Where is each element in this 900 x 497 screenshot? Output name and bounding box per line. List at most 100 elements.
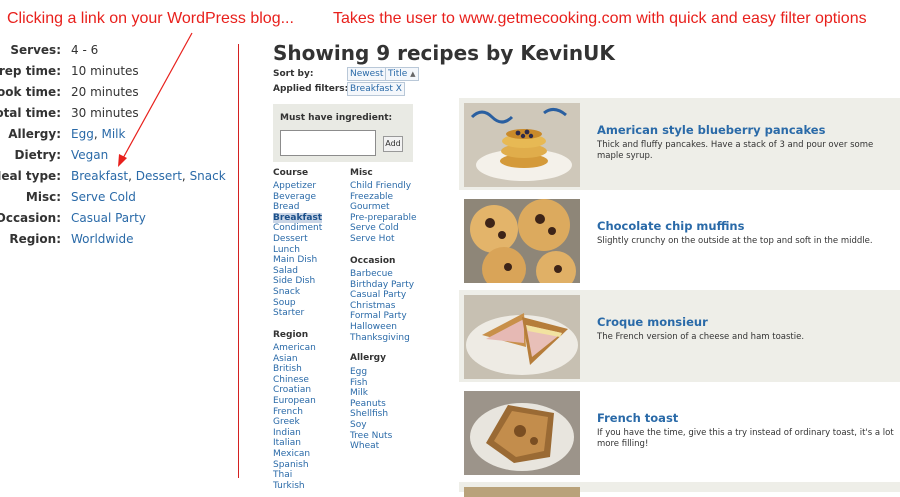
recipe-title-link[interactable]: Croque monsieur xyxy=(597,315,708,329)
region-filter-link[interactable]: Turkish xyxy=(273,481,316,492)
course-filter-link[interactable]: Salad xyxy=(273,266,322,277)
allergy-filter-link[interactable]: Tree Nuts xyxy=(350,431,392,442)
course-filter-link[interactable]: Side Dish xyxy=(273,276,322,287)
recipe-description: If you have the time, give this a try in… xyxy=(597,428,894,449)
meta-label: Meal type: xyxy=(0,169,61,183)
meta-row: Allergy: Egg, Milk xyxy=(0,124,230,145)
misc-filter-link[interactable]: Freezable xyxy=(350,192,417,203)
meta-link[interactable]: Snack xyxy=(190,169,226,183)
misc-filter-link[interactable]: Serve Hot xyxy=(350,234,417,245)
region-filter-link[interactable]: Mexican xyxy=(273,449,316,460)
meta-label: Cook time: xyxy=(0,85,61,99)
meta-link[interactable]: Vegan xyxy=(71,148,108,162)
occasion-filter-link[interactable]: Halloween xyxy=(350,322,414,333)
allergy-filter-link[interactable]: Egg xyxy=(350,367,392,378)
recipe-thumbnail[interactable] xyxy=(464,487,580,497)
allergy-filter-link[interactable]: Peanuts xyxy=(350,399,392,410)
course-filter-link[interactable]: Lunch xyxy=(273,245,322,256)
region-filter-link[interactable]: American xyxy=(273,343,316,354)
meta-link[interactable]: Dessert xyxy=(136,169,182,183)
meta-link[interactable]: Worldwide xyxy=(71,232,134,246)
meta-link[interactable]: Serve Cold xyxy=(71,190,136,204)
allergy-filter-link[interactable]: Shellfish xyxy=(350,409,392,420)
recipe-description: Slightly crunchy on the outside at the t… xyxy=(597,236,873,246)
meta-value: Egg, Milk xyxy=(71,127,126,141)
region-filter-link[interactable]: Greek xyxy=(273,417,316,428)
meta-label: Region: xyxy=(9,232,61,246)
meta-row: Region: Worldwide xyxy=(0,229,230,250)
misc-filter-link[interactable]: Serve Cold xyxy=(350,223,417,234)
course-filter-link[interactable]: Snack xyxy=(273,287,322,298)
occasion-filter-link[interactable]: Birthday Party xyxy=(350,280,414,291)
allergy-filter-link[interactable]: Wheat xyxy=(350,441,392,452)
occasion-filter-link[interactable]: Christmas xyxy=(350,301,414,312)
allergy-list: Egg Fish Milk Peanuts Shellfish Soy Tree Nuts W… xyxy=(350,367,392,452)
sort-newest-button[interactable]: Newest xyxy=(347,67,387,81)
region-filter-link[interactable]: Indian xyxy=(273,428,316,439)
course-filter-link[interactable]: Dessert xyxy=(273,234,322,245)
course-filter-link[interactable]: Starter xyxy=(273,308,322,319)
allergy-heading: Allergy xyxy=(350,353,386,363)
recipe-thumbnail[interactable] xyxy=(464,391,580,475)
meta-label: Serves: xyxy=(10,43,61,57)
meta-link[interactable]: Casual Party xyxy=(71,211,146,225)
allergy-filter-link[interactable]: Fish xyxy=(350,378,392,389)
meta-value: 20 minutes xyxy=(71,85,139,99)
sort-title-button[interactable]: Title ▲ xyxy=(385,67,419,81)
recipe-title-link[interactable]: Chocolate chip muffins xyxy=(597,219,744,233)
course-filter-link[interactable]: Appetizer xyxy=(273,181,322,192)
region-filter-link[interactable]: British xyxy=(273,364,316,375)
recipe-description: Thick and fluffy pancakes. Have a stack … xyxy=(597,140,874,161)
annotation-right: Takes the user to www.getmecooking.com w… xyxy=(333,10,867,27)
occasion-filter-link[interactable]: Barbecue xyxy=(350,269,414,280)
region-filter-link[interactable]: European xyxy=(273,396,316,407)
occasion-filter-link[interactable]: Thanksgiving xyxy=(350,333,414,344)
recipe-card-partial xyxy=(459,482,900,497)
sort-asc-icon: ▲ xyxy=(410,70,416,78)
course-filter-link[interactable]: Soup xyxy=(273,298,322,309)
course-filter-link[interactable]: Main Dish xyxy=(273,255,322,266)
meta-row: Cook time: 20 minutes xyxy=(0,82,230,103)
region-filter-link[interactable]: Thai xyxy=(273,470,316,481)
meta-value: 30 minutes xyxy=(71,106,139,120)
meta-link[interactable]: Egg xyxy=(71,127,94,141)
recipe-thumbnail[interactable] xyxy=(464,199,580,283)
meta-link[interactable]: Milk xyxy=(101,127,125,141)
meta-value: Serve Cold xyxy=(71,187,136,208)
occasion-filter-link[interactable]: Casual Party xyxy=(350,290,414,301)
recipe-thumbnail[interactable] xyxy=(464,103,580,187)
applied-filter-chip[interactable]: Breakfast X xyxy=(347,82,405,96)
misc-filter-link[interactable]: Gourmet xyxy=(350,202,417,213)
allergy-filter-link[interactable]: Milk xyxy=(350,388,392,399)
region-filter-link[interactable]: French xyxy=(273,407,316,418)
allergy-filter-link[interactable]: Soy xyxy=(350,420,392,431)
recipe-card: Croque monsieur The French version of a … xyxy=(459,290,900,382)
region-filter-link[interactable]: Chinese xyxy=(273,375,316,386)
sort-title-label: Title xyxy=(388,69,408,79)
region-filter-link[interactable]: Asian xyxy=(273,354,316,365)
region-filter-link[interactable]: Italian xyxy=(273,438,316,449)
recipe-card: French toast If you have the time, give … xyxy=(459,386,900,478)
region-filter-link[interactable]: Croatian xyxy=(273,385,316,396)
course-filter-link[interactable]: Beverage xyxy=(273,192,322,203)
ingredient-input[interactable] xyxy=(280,130,376,156)
course-filter-link[interactable]: Condiment xyxy=(273,223,322,234)
occasion-filter-link[interactable]: Formal Party xyxy=(350,311,414,322)
meta-value: Vegan xyxy=(71,145,108,166)
red-divider xyxy=(238,44,239,478)
add-ingredient-button[interactable]: Add xyxy=(383,136,403,152)
ingredient-label: Must have ingredient: xyxy=(280,113,393,123)
course-filter-link[interactable]: Breakfast xyxy=(273,212,323,224)
meta-row: Prep time: 10 minutes xyxy=(0,61,230,82)
recipe-title-link[interactable]: American style blueberry pancakes xyxy=(597,123,825,137)
recipe-thumbnail[interactable] xyxy=(464,295,580,379)
meta-label: Prep time: xyxy=(0,64,61,78)
recipe-title-link[interactable]: French toast xyxy=(597,411,678,425)
ingredient-filter-box: Must have ingredient: Add xyxy=(273,104,413,162)
misc-filter-link[interactable]: Child Friendly xyxy=(350,181,417,192)
region-filter-link[interactable]: Spanish xyxy=(273,460,316,471)
meta-link[interactable]: Breakfast xyxy=(71,169,128,183)
course-filter-link[interactable]: Bread xyxy=(273,202,322,213)
misc-filter-link[interactable]: Pre-preparable xyxy=(350,213,417,224)
meta-label: Misc: xyxy=(25,190,61,204)
